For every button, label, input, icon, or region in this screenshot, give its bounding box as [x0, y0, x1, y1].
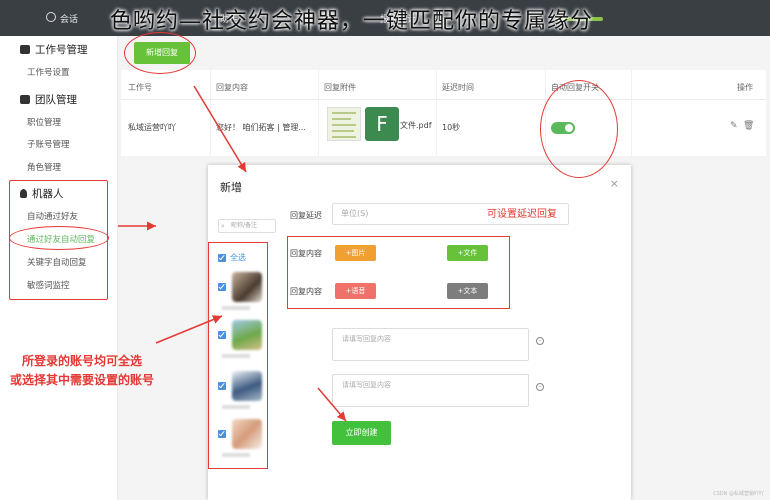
create-button[interactable]: 立即创建 — [332, 421, 391, 445]
cell-account: 私域运营吖吖 — [128, 123, 176, 132]
close-icon[interactable]: × — [610, 177, 619, 190]
attachment-file-icon[interactable]: F — [365, 107, 399, 141]
annotation-delay-note: 可设置延迟回复 — [487, 209, 557, 220]
edit-icon[interactable]: ✎ — [730, 121, 738, 131]
reply-content-textarea[interactable]: 请填写回复内容 — [332, 374, 529, 407]
team-icon — [20, 95, 30, 104]
banner-title: 色哟约—社交约会神器，一键匹配你的专属缘分 — [110, 9, 594, 34]
reply-content-textarea[interactable]: 请填写回复内容 — [332, 328, 529, 361]
annotation-accounts-note-1: 所登录的账号均可全选 — [22, 354, 143, 368]
annotation-circle-active-item — [9, 226, 109, 250]
attachment-file-name: 文件.pdf — [400, 121, 432, 130]
header-divider — [121, 99, 766, 100]
annotation-box-content-buttons — [287, 236, 510, 309]
reply-table: 工作号 回复内容 回复附件 延迟时间 自动回复开关 操作 私域运营吖吖 您好！ … — [121, 70, 766, 156]
sidebar-group-workaccount[interactable]: 工作号管理 — [20, 42, 88, 57]
delay-label: 回复延迟 — [290, 211, 322, 220]
remove-icon[interactable]: – — [536, 337, 544, 345]
chat-icon — [46, 12, 56, 22]
wechat-icon — [20, 45, 30, 54]
attachment-image-thumbnail[interactable] — [327, 107, 361, 141]
sidebar-group-label: 工作号管理 — [35, 44, 88, 56]
new-reply-dialog: 新增 × 昵称/备注 全选 回复延迟 单位(S) 回复内容 +图片 +文件 回复… — [208, 165, 631, 500]
annotation-accounts-note-2: 或选择其中需要设置的账号 — [10, 373, 155, 387]
watermark: CSDN @私域营销吖吖 — [713, 491, 764, 497]
account-search-input[interactable]: 昵称/备注 — [218, 219, 276, 233]
remove-icon[interactable]: – — [536, 383, 544, 391]
column-divider — [318, 70, 319, 156]
cell-content: 您好！ 咱们拓客 | 管理... — [216, 123, 306, 132]
column-divider — [436, 70, 437, 156]
column-divider — [631, 70, 632, 156]
nav-item-chat[interactable]: 会话 — [60, 12, 78, 25]
column-header-delay: 延迟时间 — [442, 83, 474, 92]
column-header-account: 工作号 — [128, 83, 152, 92]
sidebar-item-workaccount-settings[interactable]: 工作号设置 — [27, 66, 70, 78]
annotation-circle-switch — [540, 80, 618, 178]
column-header-actions: 操作 — [737, 83, 753, 92]
sidebar-group-team[interactable]: 团队管理 — [20, 92, 77, 107]
column-header-attachment: 回复附件 — [324, 83, 356, 92]
annotation-box-accounts — [208, 242, 268, 469]
annotation-circle-new-button — [124, 32, 196, 74]
sidebar-group-label: 团队管理 — [35, 94, 77, 106]
sidebar-item-subaccounts[interactable]: 子账号管理 — [27, 138, 70, 150]
dialog-title: 新增 — [220, 181, 242, 194]
delete-icon[interactable]: 🗑 — [743, 121, 754, 131]
column-header-content: 回复内容 — [216, 83, 248, 92]
sidebar-item-roles[interactable]: 角色管理 — [27, 161, 61, 173]
column-divider — [210, 70, 211, 156]
cell-delay: 10秒 — [442, 123, 461, 132]
sidebar-item-positions[interactable]: 职位管理 — [27, 116, 61, 128]
